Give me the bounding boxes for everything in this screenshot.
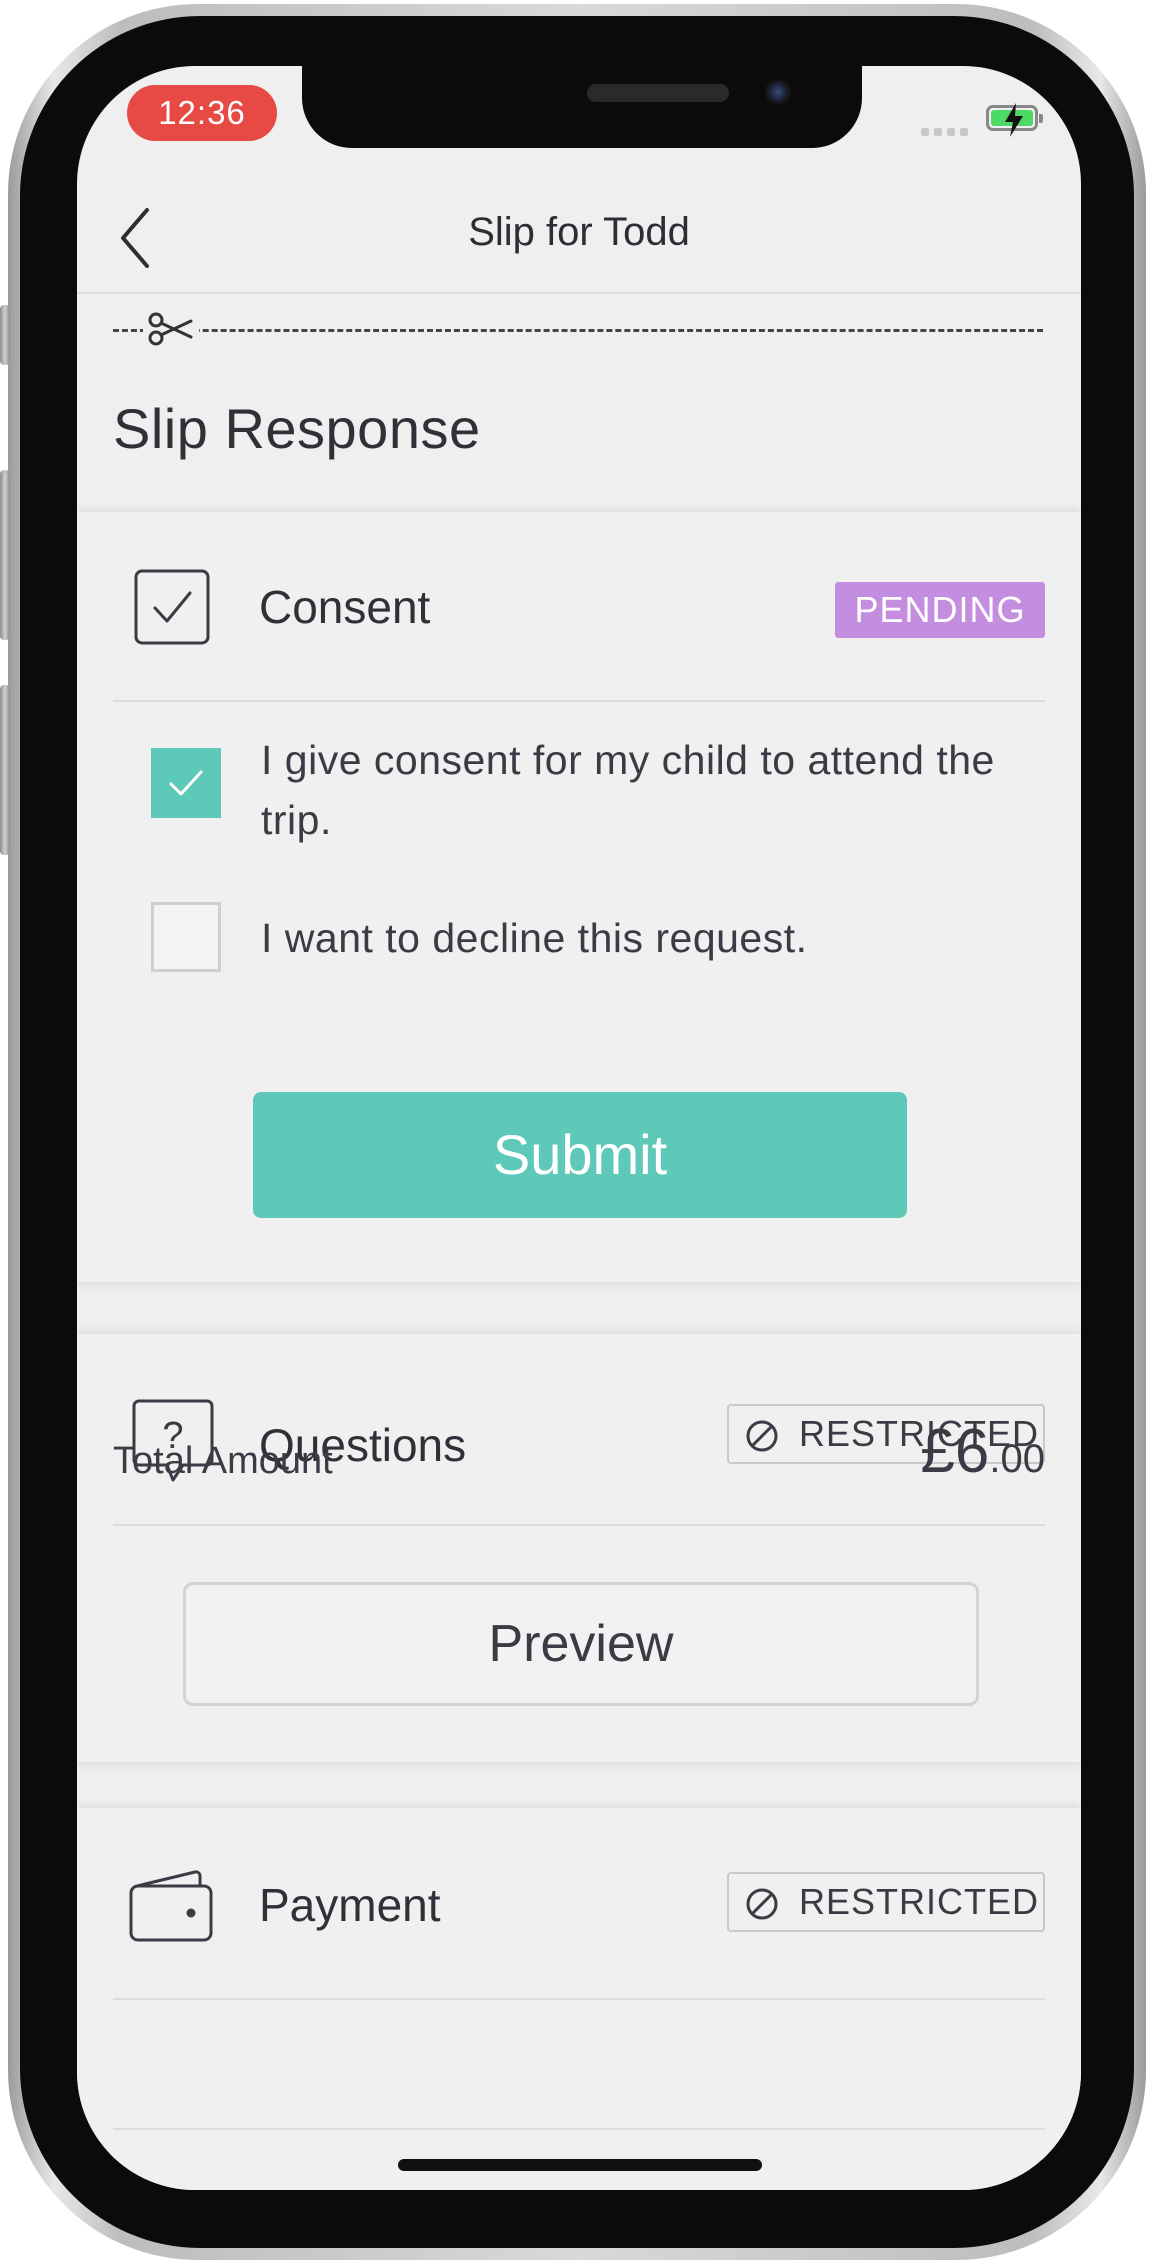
front-camera (765, 79, 791, 105)
status-time: 12:36 (127, 85, 277, 141)
consent-card: Consent PENDING I give consent for my ch… (77, 512, 1081, 1282)
consent-checkbox[interactable] (151, 748, 221, 818)
nav-title: Slip for Todd (468, 210, 690, 254)
consent-option-text: I give consent for my child to attend th… (261, 737, 995, 843)
screen: 12:36 Slip for Todd Slip Response Consen… (77, 66, 1081, 2190)
total-amount-label: Total Amount (113, 1440, 333, 1482)
signal-icon (921, 128, 968, 136)
total-amount-value: £6.00 (920, 1416, 1045, 1487)
page-title: Slip Response (113, 397, 481, 460)
decline-option-text: I want to decline this request. (261, 915, 808, 961)
submit-button[interactable]: Submit (253, 1092, 907, 1218)
phone-frame: 12:36 Slip for Todd Slip Response Consen… (0, 0, 1154, 2265)
payment-title: Payment (259, 1879, 441, 1931)
payment-divider (113, 1998, 1045, 2000)
speaker-grille (587, 84, 729, 102)
check-icon (169, 770, 203, 796)
restricted-label: RESTRICTED (799, 1881, 1040, 1922)
mute-switch (0, 305, 10, 365)
scissors-icon (143, 311, 199, 347)
questions-card: ? Questions RESTRICTED Preview (77, 1334, 1081, 1762)
total-divider (113, 2128, 1045, 2130)
home-indicator[interactable] (398, 2159, 762, 2171)
battery-icon (986, 103, 1043, 137)
volume-up-button (0, 470, 10, 640)
consent-title: Consent (259, 581, 431, 633)
volume-down-button (0, 685, 10, 855)
nav-header: Slip for Todd (77, 176, 1081, 294)
total-amount-major: £6 (920, 1417, 990, 1486)
total-amount-minor: .00 (989, 1437, 1045, 1481)
wallet-icon (129, 1870, 213, 1942)
checkbox-icon (134, 569, 210, 645)
charging-bolt-icon (1005, 103, 1023, 137)
preview-button[interactable]: Preview (183, 1582, 979, 1706)
status-badge-pending: PENDING (835, 582, 1045, 638)
questions-divider (113, 1524, 1045, 1526)
status-badge-restricted: RESTRICTED (727, 1872, 1045, 1932)
ban-icon (746, 1888, 778, 1920)
payment-card: Payment RESTRICTED (77, 1808, 1081, 2190)
decline-checkbox[interactable] (151, 902, 221, 972)
notch (302, 66, 862, 148)
cut-line (113, 329, 1043, 332)
consent-divider (113, 700, 1045, 702)
ban-icon (746, 1420, 778, 1452)
